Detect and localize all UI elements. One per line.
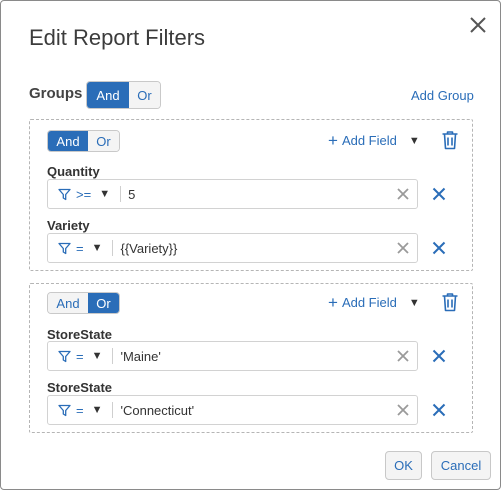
field-filter-row: = ▼ {{Variety}} <box>47 233 418 263</box>
operator-value: = <box>76 402 84 418</box>
group-1-and-option[interactable]: And <box>48 131 88 151</box>
operator-dropdown[interactable]: = ▼ <box>48 342 102 370</box>
operator-value: >= <box>76 186 92 202</box>
groups-label: Groups <box>29 85 83 102</box>
operator-dropdown[interactable]: >= ▼ <box>48 180 110 208</box>
add-group-link[interactable]: Add Group <box>411 88 474 103</box>
add-field-label: Add Field <box>341 133 397 148</box>
filter-icon <box>58 242 71 254</box>
ok-button[interactable]: OK <box>385 451 422 480</box>
edit-report-filters-dialog: Edit Report Filters Groups And Or Add Gr… <box>0 0 501 490</box>
group-2-and-or-toggle: And Or <box>47 292 120 314</box>
clear-value-icon[interactable] <box>396 349 410 363</box>
field-label: StoreState <box>47 380 113 395</box>
operator-dropdown[interactable]: = ▼ <box>48 234 102 262</box>
plus-icon: + <box>328 293 338 312</box>
divider <box>112 402 114 418</box>
remove-field-icon[interactable] <box>432 403 446 417</box>
filter-icon <box>58 350 71 362</box>
group-2-and-option[interactable]: And <box>48 293 88 313</box>
remove-field-icon[interactable] <box>432 187 446 201</box>
add-field-label: Add Field <box>341 295 397 310</box>
caret-down-icon: ▼ <box>408 296 420 309</box>
caret-down-icon: ▼ <box>91 350 103 362</box>
divider <box>112 240 114 256</box>
field-filter-row: = ▼ 'Connecticut' <box>47 395 418 425</box>
field-label: Variety <box>47 218 90 233</box>
close-icon[interactable] <box>467 14 489 36</box>
caret-down-icon: ▼ <box>99 188 111 200</box>
divider <box>120 186 122 202</box>
filter-value-input[interactable]: 'Connecticut' <box>120 403 396 418</box>
filter-value-input[interactable]: 'Maine' <box>120 349 396 364</box>
divider <box>112 348 114 364</box>
group-1-or-option[interactable]: Or <box>88 131 119 151</box>
clear-value-icon[interactable] <box>396 187 410 201</box>
field-filter-row: >= ▼ 5 <box>47 179 418 209</box>
field-label: StoreState <box>47 327 113 342</box>
caret-down-icon: ▼ <box>91 404 103 416</box>
dialog-title: Edit Report Filters <box>29 25 206 50</box>
filter-value-input[interactable]: 5 <box>128 187 396 202</box>
group-1-add-field-button[interactable]: + Add Field ▼ <box>328 131 420 150</box>
group-2-or-option[interactable]: Or <box>88 293 119 313</box>
field-label: Quantity <box>47 164 100 179</box>
caret-down-icon: ▼ <box>408 134 420 147</box>
clear-value-icon[interactable] <box>396 403 410 417</box>
groups-and-option[interactable]: And <box>87 82 129 108</box>
cancel-button[interactable]: Cancel <box>431 451 491 480</box>
operator-value: = <box>76 348 84 364</box>
caret-down-icon: ▼ <box>91 242 103 254</box>
group-2-add-field-button[interactable]: + Add Field ▼ <box>328 293 420 312</box>
groups-or-option[interactable]: Or <box>129 82 160 108</box>
filter-icon <box>58 188 71 200</box>
group-1-and-or-toggle: And Or <box>47 130 120 152</box>
groups-and-or-toggle: And Or <box>86 81 161 109</box>
remove-field-icon[interactable] <box>432 241 446 255</box>
operator-dropdown[interactable]: = ▼ <box>48 396 102 424</box>
trash-icon[interactable] <box>441 130 459 150</box>
trash-icon[interactable] <box>441 292 459 312</box>
clear-value-icon[interactable] <box>396 241 410 255</box>
filter-value-input[interactable]: {{Variety}} <box>120 241 396 256</box>
plus-icon: + <box>328 131 338 150</box>
operator-value: = <box>76 240 84 256</box>
field-filter-row: = ▼ 'Maine' <box>47 341 418 371</box>
remove-field-icon[interactable] <box>432 349 446 363</box>
filter-icon <box>58 404 71 416</box>
